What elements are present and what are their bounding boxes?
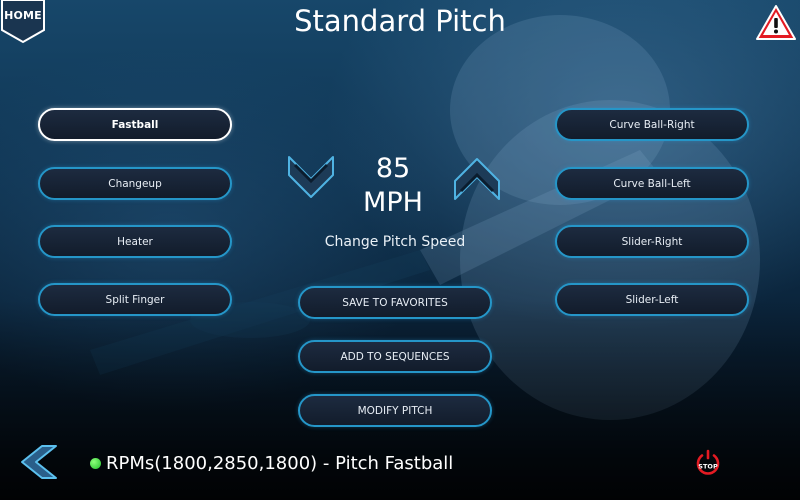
power-stop-icon: STOP [696,449,720,475]
decrease-speed-button[interactable] [286,153,336,203]
chevron-left-icon [21,445,57,479]
back-button[interactable] [18,444,60,480]
speed-caption: Change Pitch Speed [324,234,466,250]
add-to-sequences-button[interactable]: ADD TO SEQUENCES [298,340,492,373]
action-label: SAVE TO FAVORITES [342,296,448,309]
pitch-label: Curve Ball-Left [613,177,691,190]
status-bar: RPMs(1800,2850,1800) - Pitch Fastball [90,451,453,475]
status-text: RPMs(1800,2850,1800) - Pitch Fastball [106,452,454,474]
modify-pitch-button[interactable]: MODIFY PITCH [298,394,492,427]
pitch-button-split-finger[interactable]: Split Finger [38,283,232,316]
stop-button[interactable]: STOP [694,449,722,477]
increase-speed-button[interactable] [452,153,502,203]
stop-label: STOP [698,463,718,471]
action-label: ADD TO SEQUENCES [340,350,450,363]
chevron-down-icon [288,156,334,198]
speed-unit: MPH [363,187,423,218]
pitch-button-slider-right[interactable]: Slider-Right [555,225,749,258]
pitch-label: Split Finger [105,293,165,306]
pitch-button-curve-ball-left[interactable]: Curve Ball-Left [555,167,749,200]
action-label: MODIFY PITCH [357,404,433,417]
pitch-label: Slider-Right [621,235,683,248]
pitch-button-curve-ball-right[interactable]: Curve Ball-Right [555,108,749,141]
pitch-button-changeup[interactable]: Changeup [38,167,232,200]
pitch-label: Slider-Left [625,293,679,306]
pitch-label: Heater [117,235,153,248]
warning-triangle-icon [756,5,796,40]
page-title: Standard Pitch [294,4,506,38]
save-to-favorites-button[interactable]: SAVE TO FAVORITES [298,286,492,319]
pitch-button-fastball[interactable]: Fastball [38,108,232,141]
status-indicator-icon [90,457,101,469]
pitch-label: Changeup [108,177,162,190]
warning-button[interactable] [755,4,797,42]
speed-value: 85 [375,153,411,184]
pitch-button-heater[interactable]: Heater [38,225,232,258]
chevron-up-icon [454,158,500,200]
pitch-label: Curve Ball-Right [609,118,695,131]
pitch-label: Fastball [111,118,159,131]
pitch-button-slider-left[interactable]: Slider-Left [555,283,749,316]
